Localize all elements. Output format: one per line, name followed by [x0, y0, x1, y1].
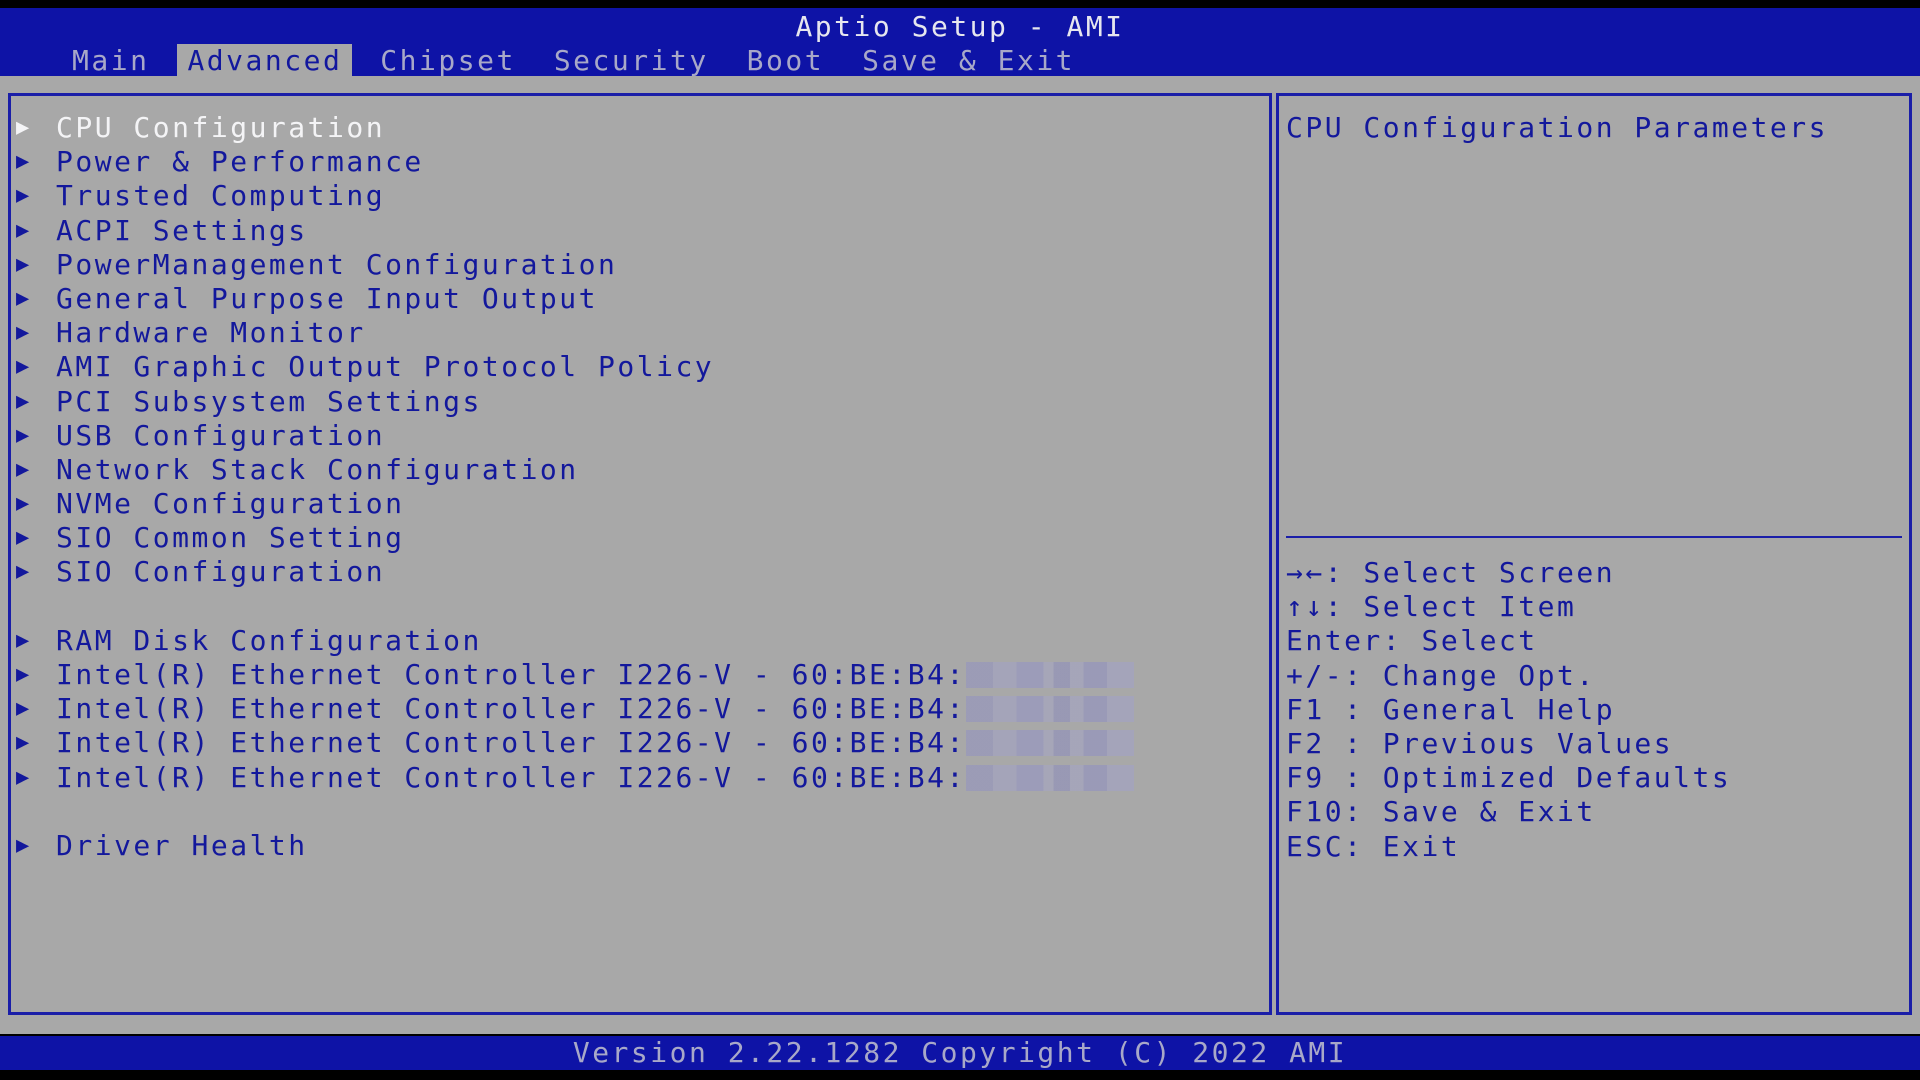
key-hint-select-screen: →←: Select Screen [1286, 556, 1616, 589]
submenu-arrow-icon: ▶ [16, 525, 30, 551]
menu-item-power-performance[interactable]: ▶ Power & Performance [16, 145, 1134, 179]
menu-item-powermanagement-configuration[interactable]: ▶ PowerManagement Configuration [16, 248, 1134, 282]
menu-item-cpu-configuration[interactable]: ▶ CPU Configuration [16, 111, 1134, 145]
submenu-arrow-icon: ▶ [16, 696, 30, 722]
key-hint-optimized-defaults: F9 : Optimized Defaults [1286, 761, 1732, 795]
menu-item-label: NVMe Configuration [56, 487, 405, 521]
menu-item-general-purpose-input-output[interactable]: ▶ General Purpose Input Output [16, 282, 1134, 316]
menu-item-label: Intel(R) Ethernet Controller I226-V - 60… [56, 726, 966, 760]
submenu-arrow-icon: ▶ [16, 491, 30, 517]
menu-item-usb-configuration[interactable]: ▶ USB Configuration [16, 419, 1134, 453]
submenu-arrow-icon: ▶ [16, 251, 30, 277]
key-legend: →←: Select Screen ↑↓: Select Item Enter:… [1286, 556, 1731, 864]
menu-item-hardware-monitor[interactable]: ▶ Hardware Monitor [16, 316, 1134, 350]
tab-main[interactable]: Main [62, 44, 159, 78]
menu-item-driver-health[interactable]: ▶ Driver Health [16, 829, 1134, 863]
menu-item-ami-graphic-output-protocol-policy[interactable]: ▶ AMI Graphic Output Protocol Policy [16, 350, 1134, 384]
help-divider [1286, 536, 1902, 538]
submenu-arrow-icon: ▶ [16, 115, 30, 140]
submenu-arrow-icon: ▶ [16, 764, 30, 790]
version-text: Version 2.22.1282 Copyright (C) 2022 AMI [572, 1036, 1348, 1069]
menu-item-label: Hardware Monitor [56, 316, 366, 350]
submenu-arrow-icon: ▶ [16, 456, 30, 482]
menu-item-label: AMI Graphic Output Protocol Policy [56, 350, 715, 384]
key-hint-enter: Enter: Select [1286, 624, 1538, 658]
menu-item-trusted-computing[interactable]: ▶ Trusted Computing [16, 179, 1134, 213]
window-title: Aptio Setup - AMI [795, 10, 1125, 43]
submenu-arrow-icon: ▶ [16, 285, 30, 311]
submenu-arrow-icon: ▶ [16, 559, 30, 585]
menu-item-label: CPU Configuration [56, 111, 386, 144]
tab-security[interactable]: Security [544, 44, 719, 78]
submenu-arrow-icon: ▶ [16, 730, 30, 756]
redacted-mac-address [965, 730, 1134, 757]
menu-item-label: PowerManagement Configuration [56, 247, 618, 281]
menu-item-nvme-configuration[interactable]: ▶ NVMe Configuration [16, 487, 1134, 521]
menu-item-pci-subsystem-settings[interactable]: ▶ PCI Subsystem Settings [16, 385, 1134, 419]
menu-item-sio-configuration[interactable]: ▶ SIO Configuration [16, 555, 1134, 589]
menu-item-label: USB Configuration [56, 418, 386, 452]
submenu-arrow-icon: ▶ [16, 662, 30, 687]
menu-item-acpi-settings[interactable]: ▶ ACPI Settings [16, 214, 1134, 248]
menu-item-label: Network Stack Configuration [56, 452, 579, 486]
submenu-arrow-icon: ▶ [16, 217, 30, 243]
menu-item-label: Intel(R) Ethernet Controller I226-V - 60… [56, 658, 966, 691]
menu-item-sio-common-setting[interactable]: ▶ SIO Common Setting [16, 521, 1134, 555]
menu-item-label: Intel(R) Ethernet Controller I226-V - 60… [56, 692, 966, 726]
menu-item-label: Trusted Computing [56, 179, 386, 213]
key-hint-esc-exit: ESC: Exit [1286, 829, 1461, 863]
submenu-arrow-icon: ▶ [16, 422, 30, 448]
menu-item-ethernet-controller-1[interactable]: ▶ Intel(R) Ethernet Controller I226-V - … [16, 658, 1134, 692]
redacted-mac-address [965, 764, 1134, 791]
redacted-mac-address [965, 662, 1134, 689]
key-hint-previous-values: F2 : Previous Values [1286, 726, 1674, 760]
menu-item-label: RAM Disk Configuration [56, 623, 482, 657]
tab-chipset[interactable]: Chipset [370, 44, 526, 78]
menu-item-ethernet-controller-3[interactable]: ▶ Intel(R) Ethernet Controller I226-V - … [16, 726, 1134, 760]
menu-item-ram-disk-configuration[interactable]: ▶ RAM Disk Configuration [16, 624, 1134, 658]
submenu-arrow-icon: ▶ [16, 354, 30, 380]
menu-item-label: SIO Common Setting [56, 521, 405, 555]
submenu-arrow-icon: ▶ [16, 183, 30, 209]
submenu-arrow-icon: ▶ [16, 832, 30, 858]
key-hint-save-exit: F10: Save & Exit [1286, 795, 1596, 829]
menu-item-ethernet-controller-2[interactable]: ▶ Intel(R) Ethernet Controller I226-V - … [16, 692, 1134, 726]
menu-spacer [16, 590, 1134, 624]
item-help-description: CPU Configuration Parameters [1286, 111, 1829, 144]
key-hint-select-item: ↑↓: Select Item [1286, 590, 1577, 624]
menu-item-label: ACPI Settings [56, 213, 308, 247]
menu-item-ethernet-controller-4[interactable]: ▶ Intel(R) Ethernet Controller I226-V - … [16, 761, 1134, 795]
menu-item-label: PCI Subsystem Settings [56, 384, 482, 418]
menu-item-label: SIO Configuration [56, 555, 386, 589]
key-hint-general-help: F1 : General Help [1286, 692, 1616, 726]
advanced-menu-list: ▶ CPU Configuration ▶ Power & Performanc… [16, 111, 1134, 863]
menu-item-network-stack-configuration[interactable]: ▶ Network Stack Configuration [16, 453, 1134, 487]
tab-boot[interactable]: Boot [737, 44, 834, 78]
menu-item-label: Driver Health [56, 828, 308, 862]
submenu-arrow-icon: ▶ [16, 320, 30, 346]
key-hint-change-opt: +/-: Change Opt. [1286, 658, 1596, 692]
tab-bar: Main Advanced Chipset Security Boot Save… [62, 44, 1103, 78]
submenu-arrow-icon: ▶ [16, 627, 30, 653]
submenu-arrow-icon: ▶ [16, 388, 30, 414]
menu-item-label: Intel(R) Ethernet Controller I226-V - 60… [56, 760, 966, 794]
tab-advanced[interactable]: Advanced [177, 44, 353, 78]
menu-spacer [16, 795, 1134, 829]
submenu-arrow-icon: ▶ [16, 149, 30, 175]
redacted-mac-address [965, 696, 1134, 723]
help-panel [1276, 93, 1912, 1015]
menu-item-label: Power & Performance [56, 145, 424, 179]
menu-item-label: General Purpose Input Output [56, 281, 599, 315]
tab-save-exit[interactable]: Save & Exit [852, 44, 1085, 78]
